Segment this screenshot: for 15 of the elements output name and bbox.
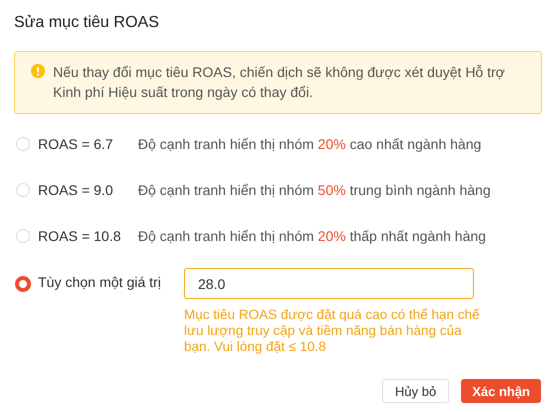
dialog-title: Sửa mục tiêu ROAS: [14, 14, 159, 32]
warning-message: Nếu thay đổi mục tiêu ROAS, chiến dịch sẽ không được xét duyệt Hỗ trợ Kinh phí Hiệu suất trong ngày có thay đổi.: [53, 63, 506, 102]
roas-input-field[interactable]: 28.0: [184, 268, 474, 299]
option-label: Tùy chọn một giá trị: [38, 274, 162, 290]
option-label: ROAS = 10.8: [38, 228, 122, 244]
option-label: ROAS = 6.7: [38, 136, 114, 152]
option-label: ROAS = 9.0: [38, 182, 114, 198]
warning-icon: [31, 64, 45, 78]
option-description: Độ cạnh tranh hiển thị nhóm 20% cao nhất ngành hàng: [138, 136, 482, 152]
cancel-button[interactable]: Hủy bỏ: [382, 379, 450, 403]
radio-button[interactable]: [15, 276, 31, 292]
warning-text: Mục tiêu ROAS được đặt quá cao có thể hạn chế lưu lượng truy cập và tiềm năng bán hàng của bạn. Vui lòng đặt ≤ 10.8: [184, 307, 481, 355]
option-description: Độ cạnh tranh hiển thị nhóm 20% thấp nhất ngành hàng: [138, 228, 486, 244]
option-description: Độ cạnh tranh hiển thị nhóm 50% trung bình ngành hàng: [138, 182, 491, 198]
confirm-button[interactable]: Xác nhận: [461, 379, 541, 403]
